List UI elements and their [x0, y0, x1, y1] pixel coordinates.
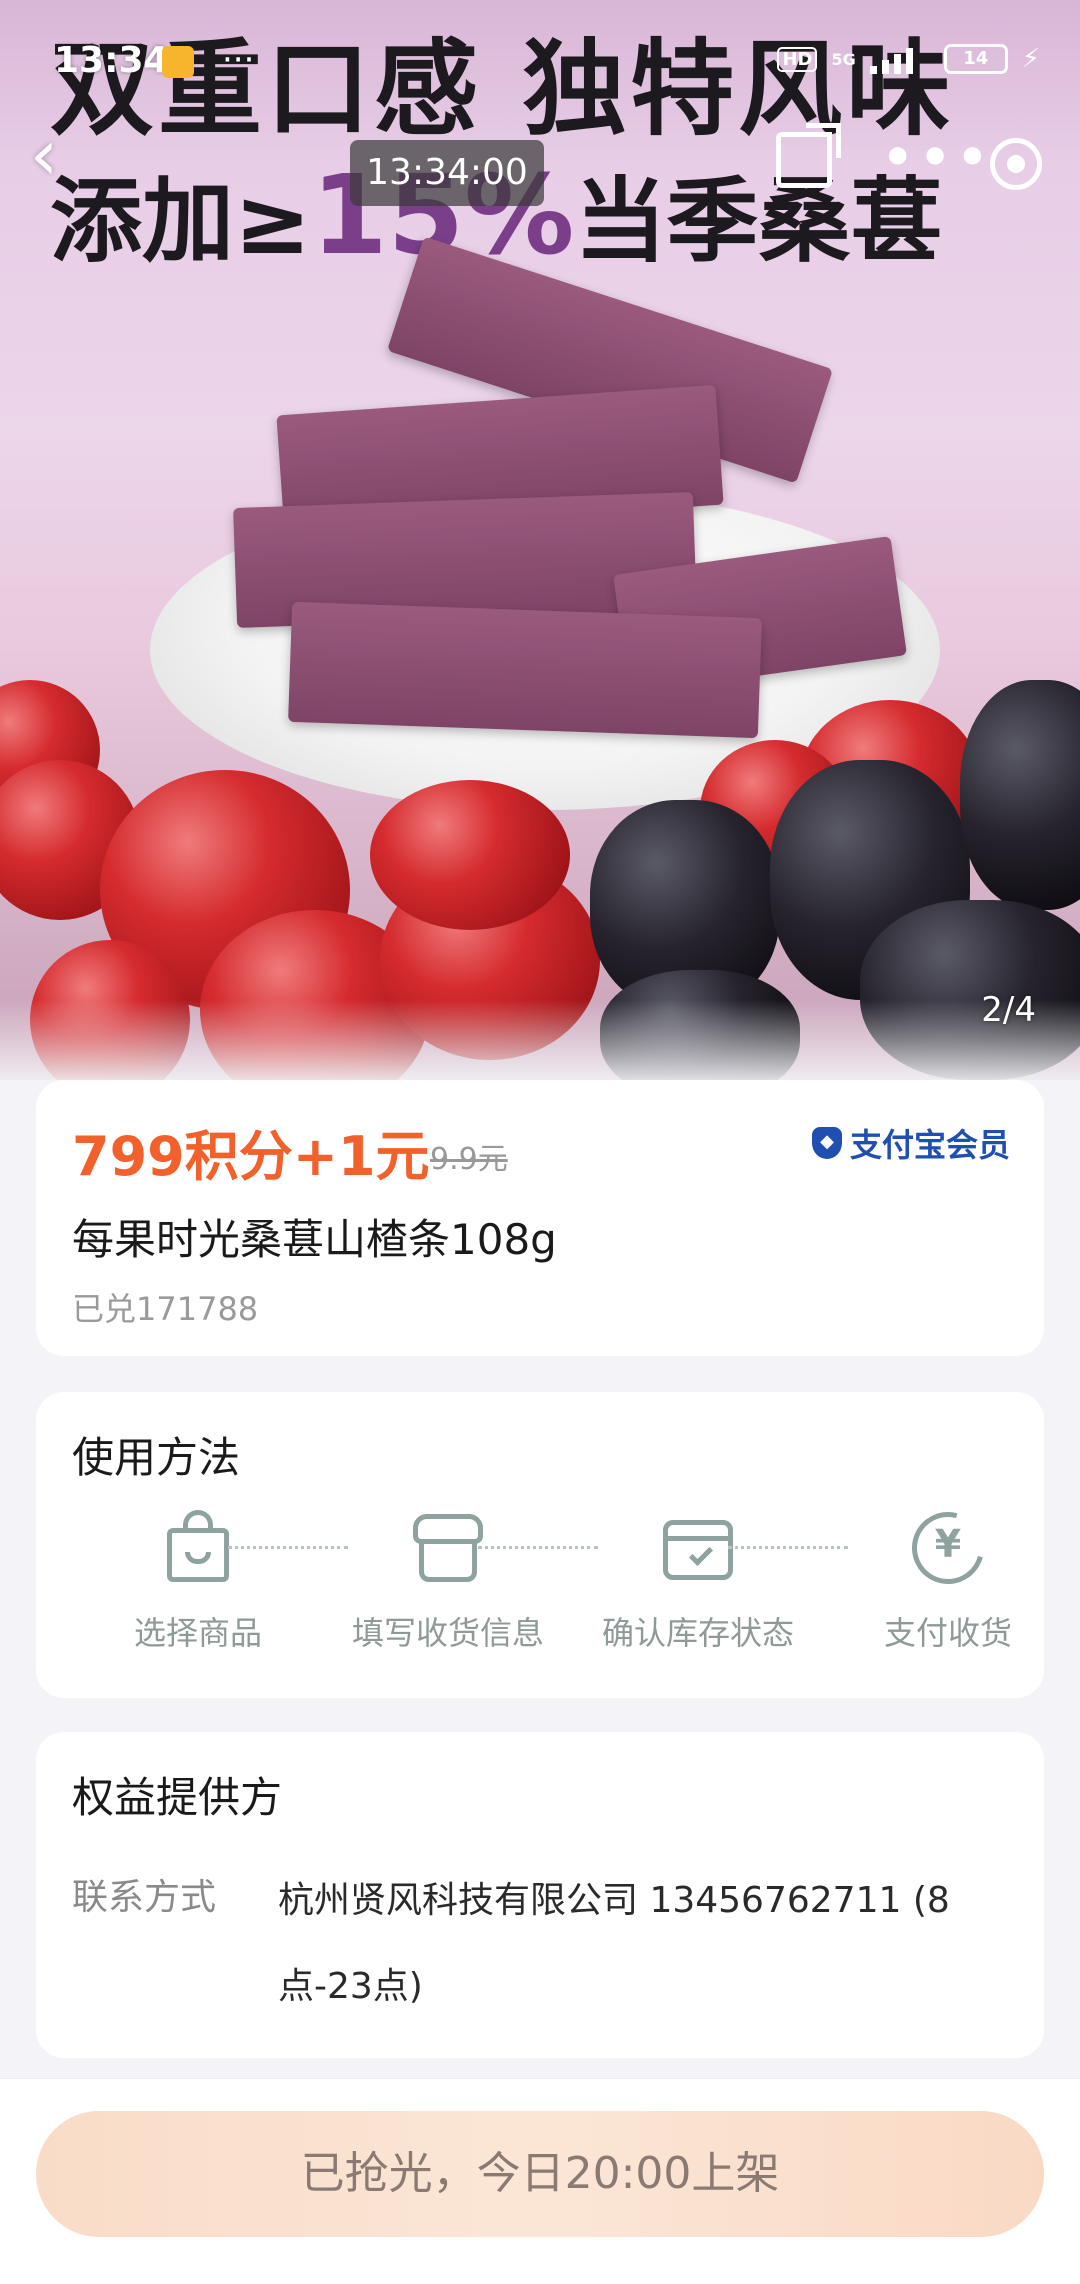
- step-connector: [228, 1546, 348, 1549]
- price: 799积分+1元: [72, 1125, 430, 1188]
- usage-steps: 选择商品 填写收货信息 确认库存状态 ¥ 支付收货: [36, 1498, 1044, 1660]
- contact-value: 杭州贤风科技有限公司 13456762711 (8点-23点): [278, 1880, 950, 2007]
- hawthorn-fruit: [370, 780, 570, 930]
- member-badge-label: 支付宝会员: [849, 1126, 1010, 1164]
- signal-icon: [869, 44, 930, 74]
- battery-icon: 14: [943, 44, 1008, 74]
- step-label: 确认库存状态: [601, 1614, 794, 1652]
- more-icon[interactable]: •••: [880, 128, 992, 188]
- step-confirm-stock: 确认库存状态: [583, 1510, 813, 1654]
- package-check-icon: [660, 1510, 736, 1586]
- usage-card: 使用方法 选择商品 填写收货信息 确认库存状态 ¥ 支付收货: [36, 1392, 1044, 1698]
- original-price: 9.9元: [430, 1142, 508, 1177]
- status-bar: 13:34 ··· HD 5G 14 ⚡: [0, 40, 1080, 90]
- target-icon[interactable]: [990, 138, 1042, 190]
- network-type: 5G: [831, 49, 856, 69]
- step-fill-address: 填写收货信息: [333, 1510, 563, 1654]
- status-right-icons: HD 5G 14 ⚡: [777, 44, 1040, 74]
- provider-title: 权益提供方: [72, 1773, 283, 1822]
- share-icon[interactable]: [776, 123, 841, 188]
- mulberry-fruit: [960, 680, 1080, 910]
- product-name: 每果时光桑葚山楂条108g: [72, 1215, 557, 1264]
- redeemed-count: 已兑171788: [72, 1290, 259, 1328]
- alipay-member-badge: ◆ 支付宝会员: [811, 1120, 1010, 1166]
- charging-icon: ⚡: [1021, 44, 1040, 74]
- sold-out-button[interactable]: 已抢光，今日20:00上架: [36, 2111, 1044, 2237]
- store-icon: [410, 1510, 486, 1586]
- status-more-dots: ···: [222, 40, 255, 80]
- hd-icon: HD: [777, 46, 818, 72]
- hero-fade: [0, 1000, 1080, 1080]
- product-info-card: 799积分+1元 9.9元 ◆ 支付宝会员 每果时光桑葚山楂条108g 已兑17…: [36, 1080, 1044, 1356]
- carousel-page-indicator: 2/4: [981, 990, 1036, 1030]
- status-time: 13:34: [54, 40, 169, 81]
- usage-title: 使用方法: [72, 1433, 241, 1482]
- back-chevron-icon[interactable]: ‹: [30, 120, 90, 200]
- alipay-shield-icon: ◆: [811, 1127, 842, 1159]
- step-label: 填写收货信息: [351, 1614, 544, 1652]
- contact-label: 联系方式: [72, 1877, 217, 1918]
- step-label: 选择商品: [133, 1614, 262, 1652]
- snack-strip: [288, 601, 762, 739]
- notification-app-icon: [162, 46, 194, 78]
- step-label: 支付收货: [883, 1614, 1012, 1652]
- step-select-product: 选择商品: [83, 1510, 313, 1654]
- step-pay-receive: ¥ 支付收货: [833, 1498, 1063, 1654]
- bottom-action-bar: 已抢光，今日20:00上架: [0, 2078, 1080, 2284]
- yuan-refresh-icon: ¥: [898, 1498, 998, 1598]
- clock-badge: 13:34:00: [350, 140, 544, 206]
- step-connector: [728, 1546, 848, 1549]
- shopping-bag-icon: [160, 1510, 236, 1586]
- step-connector: [478, 1546, 598, 1549]
- provider-card: 权益提供方 联系方式 杭州贤风科技有限公司 13456762711 (8点-23…: [36, 1732, 1044, 2058]
